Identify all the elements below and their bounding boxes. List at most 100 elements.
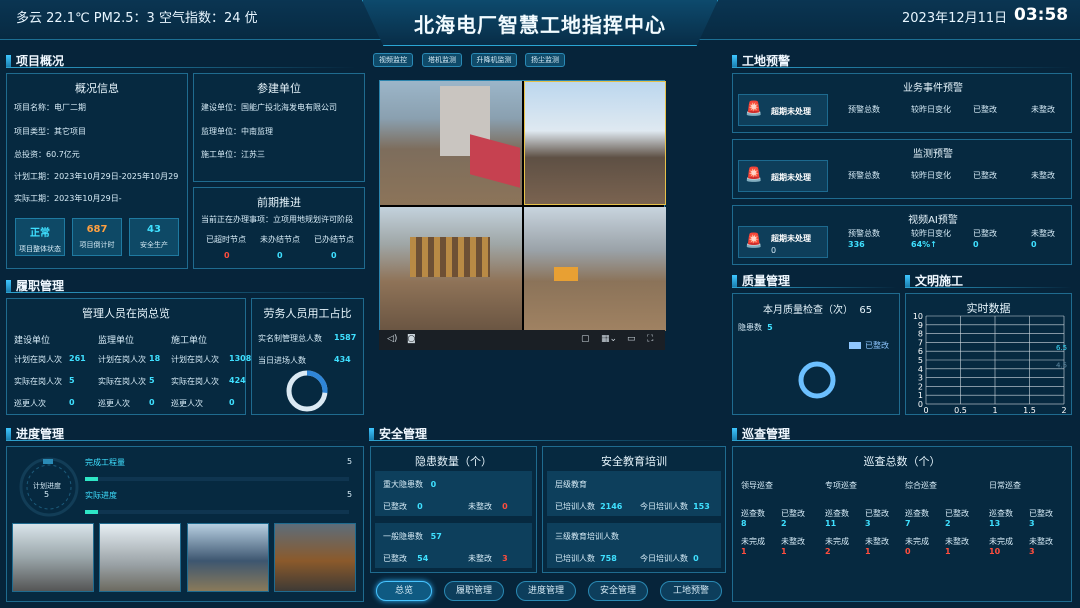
training-panel: 安全教育培训 层级教育 已培训人数 2146 今日培训人数 153 三级教育培训… [542, 446, 726, 573]
personnel-row-value: 1308 [229, 354, 252, 363]
labor-total-label: 实名制管理总人数 [258, 334, 322, 343]
progress-track [85, 510, 349, 514]
divider [732, 67, 1072, 68]
patrol-group-name: 专项巡查 [825, 481, 857, 490]
warning-col-value: 0 [973, 240, 979, 249]
prep-panel: 前期推进 当前正在办理事项：立项用地规划许可阶段 已超时节点 未办结节点 已办结… [193, 187, 365, 269]
quality-ring-chart [798, 361, 836, 399]
personnel-row-label: 巡更人次 [98, 399, 130, 408]
civil-panel: 实时数据 0 1 2 3 4 5 6 7 8 9 10 0 0.5 1 1.5 2 6.5 4.5 [905, 293, 1072, 415]
y-tick-label: 9 [918, 321, 923, 330]
panel-title: 巡查总数（个） [863, 455, 941, 468]
personnel-panel: 管理人员在岗总览 建设单位 监理单位 施工单位 计划在岗人次 261 计划在岗人次 1… [6, 298, 251, 415]
patrol-label: 未完成 [825, 537, 849, 546]
warning-col-label: 未整改 [1031, 171, 1055, 180]
camera-feed-1[interactable] [380, 81, 522, 205]
patrol-label: 已整改 [865, 509, 889, 518]
ring-marker [43, 459, 53, 464]
warning-alert-card[interactable]: 🚨 超期未处理 [738, 94, 828, 126]
warning-alert-card[interactable]: 🚨 超期未处理 [738, 160, 828, 192]
y-tick-label: 6 [918, 347, 923, 356]
warning-alert-card[interactable]: 🚨 超期未处理 0 [738, 226, 828, 258]
tab-tower-crane[interactable]: 塔机监测 [422, 53, 462, 67]
camera-feed-4[interactable] [524, 207, 666, 331]
general-hazard-card: 一般隐患数 57 已整改 54 未整改 3 [375, 523, 532, 568]
patrol-value: 1 [865, 547, 871, 556]
screen-icon[interactable]: ▭ [627, 334, 636, 344]
tab-dust[interactable]: 扬尘监测 [525, 53, 565, 67]
progress-value: 5 [347, 457, 353, 466]
patrol-value: 2 [781, 519, 787, 528]
project-name: 项目名称：电厂二期 [14, 103, 86, 112]
tab-video[interactable]: 视频监控 [373, 53, 413, 67]
personnel-row-value: 18 [149, 354, 161, 363]
divider [6, 292, 356, 293]
patrol-value: 1 [945, 547, 951, 556]
patrol-label: 未整改 [945, 537, 969, 546]
warning-col-value: 64%↑ [911, 240, 937, 249]
y-tick-label: 10 [913, 312, 923, 321]
nav-overview[interactable]: 总览 [376, 581, 432, 601]
quality-panel: 本月质量检查（次） 65 隐患数 5 已整改 [732, 293, 900, 415]
nav-duty[interactable]: 履职管理 [444, 581, 504, 601]
site-photo-4[interactable] [274, 523, 356, 592]
patrol-value: 7 [905, 519, 911, 528]
divider [6, 440, 356, 441]
siren-icon: 🚨 [745, 233, 763, 249]
hazard-panel: 隐患数量（个） 重大隐患数 0 已整改 0 未整改 0 一般隐患数 57 已整改… [370, 446, 537, 573]
divider [732, 440, 1072, 441]
panel-title: 劳务人员用工占比 [263, 307, 352, 320]
site-photo-2[interactable] [99, 523, 181, 592]
siren-icon: 🚨 [745, 101, 763, 117]
progress-label: 完成工程量 [85, 458, 125, 467]
section-marker-icon [732, 54, 737, 67]
site-photo-1[interactable] [12, 523, 94, 592]
fullscreen-icon[interactable]: ⛶ [647, 334, 653, 344]
labor-today: 434 [334, 355, 351, 364]
general-unfixed: 未整改 3 [468, 554, 508, 563]
nav-warning[interactable]: 工地预警 [660, 581, 722, 601]
quality-title: 本月质量检查（次） 65 [763, 305, 873, 316]
patrol-value: 2 [945, 519, 951, 528]
warning-col-label: 预警总数 [848, 229, 880, 238]
y-tick-label: 7 [918, 338, 923, 347]
project-plan-period: 计划工期：2023年10月29日-2025年10月29 [14, 172, 179, 181]
camera-icon[interactable]: ◙ [407, 334, 416, 344]
training-trained: 已培训人数 758 [555, 554, 617, 563]
patrol-value: 1 [741, 547, 747, 556]
civil-line-chart: 0123456789100 0.5 1 1.5 26.54.5 [913, 312, 1067, 415]
hazard-row: 隐患数 5 [738, 323, 773, 332]
personnel-row-value: 261 [69, 354, 86, 363]
progress-fill [85, 477, 99, 481]
build-unit: 建设单位：国能广投北海发电有限公司 [201, 103, 337, 112]
x-tick-label: 0.5 [954, 406, 967, 415]
x-tick-label: 2 [1061, 406, 1066, 415]
camera-feed-2[interactable] [524, 81, 666, 205]
alert-count: 0 [771, 246, 777, 255]
y-tick-label: 2 [918, 382, 923, 391]
warning-col-value: 336 [848, 240, 865, 249]
nav-progress[interactable]: 进度管理 [516, 581, 576, 601]
video-wall [379, 80, 666, 350]
copy-icon[interactable]: ▢ [581, 334, 590, 344]
legend-label: 已整改 [865, 341, 889, 350]
nav-safety[interactable]: 安全管理 [588, 581, 648, 601]
progress-fill [85, 510, 99, 514]
overview-panel: 概况信息 项目名称：电厂二期 项目类型：其它项目 总投资：60.7亿元 计划工期… [6, 73, 188, 269]
warning-block-title: 监测预警 [913, 149, 953, 160]
panel-title: 隐患数量（个） [415, 455, 492, 468]
progress-track [85, 477, 349, 481]
ring-value: 5 [44, 490, 50, 499]
personnel-row-value: 5 [69, 376, 75, 385]
patrol-value: 10 [989, 547, 1001, 556]
site-photo-3[interactable] [187, 523, 269, 592]
camera-feed-3[interactable] [380, 207, 522, 331]
labor-total: 1587 [334, 333, 357, 342]
patrol-group-name: 日常巡查 [989, 481, 1021, 490]
quality-count: 65 [859, 305, 873, 316]
warning-col-label: 已整改 [973, 105, 997, 114]
point-label: 4.5 [1056, 361, 1067, 369]
tab-elevator[interactable]: 升降机监测 [471, 53, 517, 67]
layout-icon[interactable]: ▦⌄ [601, 334, 617, 344]
volume-icon[interactable]: ◁) [387, 334, 397, 344]
